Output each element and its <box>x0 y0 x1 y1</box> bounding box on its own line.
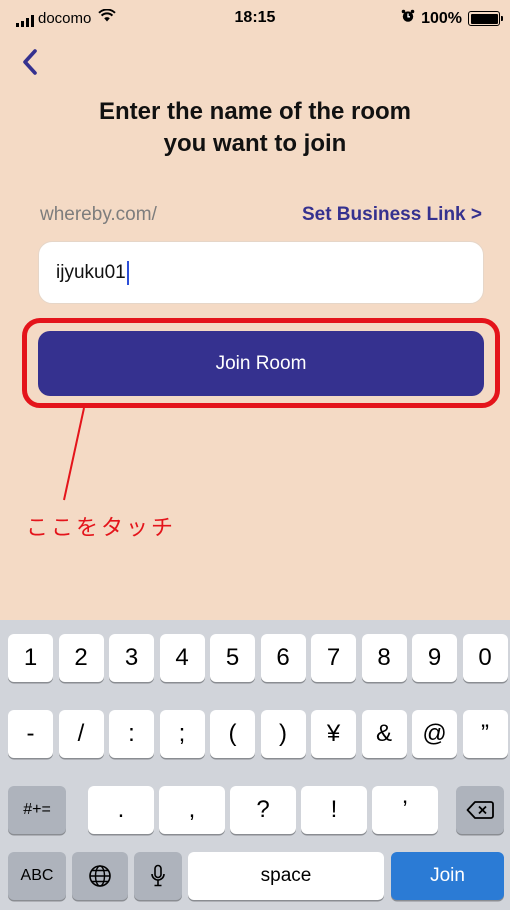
join-key[interactable]: Join <box>391 852 504 900</box>
key-row1-1[interactable]: 2 <box>58 634 104 682</box>
key-row3-3[interactable]: ! <box>301 786 367 834</box>
numeric-keyboard: 1234567890 -/:;()¥&@” #+= .,?!’ ABC <box>0 620 510 910</box>
abc-key[interactable]: ABC <box>8 852 66 900</box>
text-caret <box>126 260 129 285</box>
microphone-icon <box>150 864 166 888</box>
key-row1-3[interactable]: 4 <box>159 634 205 682</box>
url-prefix-label: whereby.com/ <box>40 204 157 225</box>
key-row1-2[interactable]: 3 <box>109 634 154 682</box>
key-row3-0[interactable]: . <box>88 786 154 834</box>
set-business-link[interactable]: Set Business Link > <box>302 204 482 226</box>
key-row2-8[interactable]: @ <box>412 710 457 758</box>
space-key[interactable]: space <box>188 852 384 900</box>
chevron-left-icon <box>21 48 39 80</box>
key-row3-4[interactable]: ’ <box>372 786 438 834</box>
key-row1-6[interactable]: 7 <box>311 634 356 682</box>
key-row2-4[interactable]: ( <box>210 710 255 758</box>
status-right: 100% <box>401 9 503 28</box>
key-row2-2[interactable]: : <box>109 710 154 758</box>
key-row2-6[interactable]: ¥ <box>311 710 356 758</box>
symbols-toggle-key[interactable]: #+= <box>8 786 66 834</box>
key-row3-1[interactable]: , <box>159 786 225 834</box>
key-row1-7[interactable]: 8 <box>361 634 407 682</box>
room-name-input[interactable]: ijyuku01 <box>38 241 484 304</box>
page-title: Enter the name of the room you want to j… <box>40 96 470 160</box>
key-row2-7[interactable]: & <box>361 710 407 758</box>
globe-key[interactable] <box>72 852 128 900</box>
page-title-line-2: you want to join <box>163 130 347 157</box>
annotation-text: ここをタッチ <box>26 516 177 541</box>
key-row2-0[interactable]: - <box>8 710 53 758</box>
key-row2-3[interactable]: ; <box>159 710 205 758</box>
backspace-key[interactable] <box>456 786 504 834</box>
page-title-line-1: Enter the name of the room <box>98 98 412 125</box>
battery-icon <box>468 11 503 26</box>
annotation-highlight-box <box>22 318 500 408</box>
key-row1-5[interactable]: 6 <box>260 634 306 682</box>
key-row1-8[interactable]: 9 <box>412 634 457 682</box>
status-bar: docomo 18:15 100% <box>0 0 510 36</box>
key-row1-0[interactable]: 1 <box>8 634 53 682</box>
alarm-icon <box>401 9 415 28</box>
globe-icon <box>88 864 112 888</box>
dictation-key[interactable] <box>134 852 182 900</box>
key-row1-4[interactable]: 5 <box>210 634 255 682</box>
key-row1-9[interactable]: 0 <box>462 634 508 682</box>
key-row3-2[interactable]: ? <box>230 786 296 834</box>
room-name-value: ijyuku01 <box>56 261 126 283</box>
backspace-icon <box>466 800 494 820</box>
back-button[interactable] <box>14 46 46 82</box>
key-row2-5[interactable]: ) <box>260 710 306 758</box>
key-row2-1[interactable]: / <box>58 710 104 758</box>
battery-percent: 100% <box>421 9 462 27</box>
key-row2-9[interactable]: ” <box>462 710 508 758</box>
battery-fill <box>470 13 498 24</box>
